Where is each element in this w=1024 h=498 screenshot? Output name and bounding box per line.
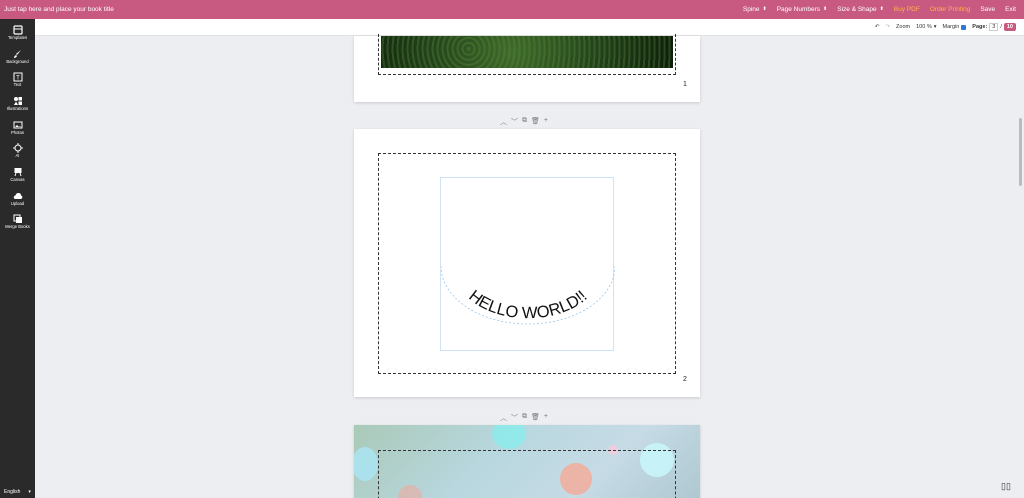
page-indicator: Page: 3 / 10 <box>972 23 1016 31</box>
redo-icon[interactable]: ↷ <box>885 24 890 30</box>
sidebar-item-label: Merge Books <box>5 224 30 229</box>
templates-icon <box>12 25 23 35</box>
zoom-value: 100 % <box>916 24 932 30</box>
sidebar-item-upload[interactable]: Upload <box>0 191 35 207</box>
page-numbers-menu[interactable]: Page Numbers ⬍ <box>777 6 828 13</box>
sidebar-item-label: Text <box>13 82 22 87</box>
hello-world-text: HELLO WORLD!! <box>465 287 590 322</box>
page-number: 2 <box>683 376 687 383</box>
curved-text-graphic: HELLO WORLD!! <box>441 265 615 325</box>
sidebar-item-label: AI <box>15 153 20 158</box>
chevron-down-icon: ▾ <box>28 489 31 495</box>
save-button[interactable]: Save <box>980 6 995 13</box>
language-select[interactable]: English ▾ <box>4 489 31 495</box>
page-controls: ︿ ﹀ ⧉ 🗑 + <box>500 117 548 127</box>
chevron-down-icon: ▾ <box>933 24 937 30</box>
margin-toggle[interactable]: Margin <box>942 24 967 30</box>
sidebar-item-templates[interactable]: Templates <box>0 25 35 41</box>
book-page-1[interactable]: 1 <box>354 34 700 102</box>
margin-label: Margin <box>942 24 960 30</box>
sidebar-item-label: Templates <box>7 35 28 40</box>
exit-button[interactable]: Exit <box>1005 6 1016 13</box>
margin-checkbox[interactable] <box>961 24 967 30</box>
updown-caret-icon: ⬍ <box>879 6 884 12</box>
book-preview-icon[interactable]: ▯▯ <box>1001 481 1011 492</box>
updown-caret-icon: ⬍ <box>762 6 767 12</box>
sidebar-item-label: Illustrations <box>6 106 29 111</box>
margin-guide <box>378 34 676 75</box>
curved-text-box[interactable]: HELLO WORLD!! <box>440 177 615 351</box>
add-page-icon[interactable]: + <box>544 413 548 423</box>
move-up-icon[interactable]: ︿ <box>500 413 507 423</box>
bokeh-light <box>354 447 378 481</box>
move-down-icon[interactable]: ﹀ <box>511 413 518 423</box>
top-bar: Just tap here and place your book title … <box>0 0 1024 19</box>
size-shape-menu[interactable]: Size & Shape ⬍ <box>837 6 884 13</box>
top-menu: Spine ⬍ Page Numbers ⬍ Size & Shape ⬍ Buy P… <box>733 6 1024 13</box>
sidebar-item-text[interactable]: T Text <box>0 72 35 88</box>
updown-caret-icon: ⬍ <box>823 6 828 12</box>
move-up-icon[interactable]: ︿ <box>500 117 507 127</box>
page-label: Page: <box>972 24 988 30</box>
page-controls: ︿ ﹀ ⧉ 🗑 + <box>500 413 548 423</box>
page-numbers-label: Page Numbers <box>776 6 821 13</box>
sidebar-item-illustrations[interactable]: Illustrations <box>0 96 35 112</box>
sidebar-item-photos[interactable]: Photos <box>0 120 35 136</box>
sidebar-item-label: Canvas <box>10 177 25 182</box>
book-title[interactable]: Just tap here and place your book title <box>0 6 733 13</box>
sidebar-item-label: Background <box>6 59 29 64</box>
brush-icon <box>13 50 21 58</box>
margin-guide <box>378 450 676 498</box>
spine-menu[interactable]: Spine ⬍ <box>743 6 767 13</box>
book-page-2[interactable]: HELLO WORLD!! 2 <box>354 129 700 397</box>
move-down-icon[interactable]: ﹀ <box>511 117 518 127</box>
sidebar-item-merge-books[interactable]: Merge Books <box>0 214 35 230</box>
duplicate-icon[interactable]: ⧉ <box>522 117 527 127</box>
delete-icon[interactable]: 🗑 <box>531 413 540 423</box>
sidebar-item-background[interactable]: Background <box>0 49 35 65</box>
sidebar-item-ai[interactable]: AI <box>0 143 35 159</box>
spine-label: Spine <box>742 6 760 13</box>
sidebar: Templates Background T Text Illustration… <box>0 19 35 498</box>
merge-icon <box>13 214 22 223</box>
shapes-icon <box>13 97 22 105</box>
zoom-select[interactable]: 100 % ▾ <box>916 24 936 30</box>
order-printing-button[interactable]: Order Printing <box>930 6 970 13</box>
svg-text:T: T <box>16 76 20 82</box>
undo-icon[interactable]: ↶ <box>875 24 880 30</box>
buy-pdf-button[interactable]: Buy PDF <box>894 6 920 13</box>
add-page-icon[interactable]: + <box>544 117 548 127</box>
language-label: English <box>4 489 21 495</box>
sidebar-item-label: Photos <box>10 130 25 135</box>
duplicate-icon[interactable]: ⧉ <box>522 413 527 423</box>
bokeh-light <box>492 425 526 449</box>
text-icon: T <box>13 72 22 82</box>
sidebar-item-canvas[interactable]: Canvas <box>0 167 35 183</box>
size-shape-label: Size & Shape <box>837 6 877 13</box>
delete-icon[interactable]: 🗑 <box>531 117 540 127</box>
scrollbar-thumb[interactable] <box>1019 118 1022 186</box>
upload-icon <box>13 193 22 199</box>
ai-icon <box>12 143 23 153</box>
book-page-3[interactable] <box>354 425 700 498</box>
image-icon <box>13 121 22 129</box>
sidebar-item-label: Upload <box>10 201 25 206</box>
zoom-label: Zoom <box>896 24 911 30</box>
page-number: 1 <box>683 81 687 88</box>
page-separator: / <box>1000 24 1002 30</box>
page-current-input[interactable]: 3 <box>989 23 999 31</box>
page-total-badge: 10 <box>1003 23 1016 31</box>
canvas-icon <box>14 168 21 177</box>
